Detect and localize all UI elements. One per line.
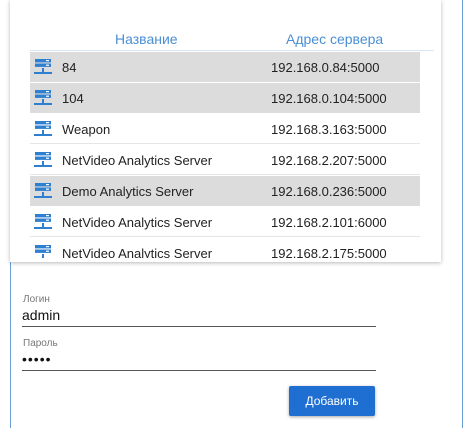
list-header: Название Адрес сервера: [10, 0, 441, 50]
server-address: 192.168.3.163:5000: [271, 122, 387, 137]
server-address: 192.168.2.207:5000: [271, 153, 387, 168]
server-icon: [34, 183, 52, 198]
server-address: 192.168.0.84:5000: [271, 60, 380, 75]
server-name: Weapon: [62, 122, 111, 137]
server-icon: [34, 152, 52, 167]
table-row[interactable]: 104 192.168.0.104:5000: [30, 83, 420, 113]
password-input[interactable]: [22, 348, 376, 371]
table-row[interactable]: NetVideo Analytics Server 192.168.2.101:…: [30, 207, 420, 237]
table-row[interactable]: 84 192.168.0.84:5000: [30, 52, 420, 82]
add-button[interactable]: Добавить: [289, 386, 375, 416]
server-name: NetVideo Analytics Server: [62, 246, 213, 258]
server-icon: [35, 245, 51, 258]
server-address: 192.168.0.236:5000: [271, 184, 387, 199]
server-name: 104: [62, 91, 84, 106]
server-name: Demo Analytics Server: [62, 184, 194, 199]
server-rows: 84 192.168.0.84:5000 104 192.168.0.104:5…: [30, 51, 420, 258]
table-row[interactable]: NetVideo Analytics Server 192.168.2.175:…: [30, 238, 420, 258]
server-list-panel: Название Адрес сервера 84 192.168.0.84:5…: [10, 0, 441, 262]
server-address: 192.168.2.175:5000: [271, 246, 387, 258]
server-name: 84: [62, 60, 77, 75]
table-row[interactable]: Demo Analytics Server 192.168.0.236:5000: [30, 176, 420, 206]
table-row[interactable]: Weapon 192.168.3.163:5000: [30, 114, 420, 144]
column-header-name[interactable]: Название: [115, 31, 178, 47]
column-header-address[interactable]: Адрес сервера: [286, 31, 383, 47]
server-address: 192.168.2.101:6000: [271, 215, 387, 230]
server-address: 192.168.0.104:5000: [271, 91, 387, 106]
server-name: NetVideo Analytics Server: [62, 153, 213, 168]
table-row[interactable]: NetVideo Analytics Server 192.168.2.207:…: [30, 145, 420, 175]
server-name: NetVideo Analytics Server: [62, 215, 213, 230]
server-icon: [34, 59, 52, 74]
server-icon: [34, 121, 52, 136]
server-icon: [34, 90, 52, 105]
server-icon: [34, 214, 52, 229]
login-input[interactable]: [22, 304, 376, 327]
